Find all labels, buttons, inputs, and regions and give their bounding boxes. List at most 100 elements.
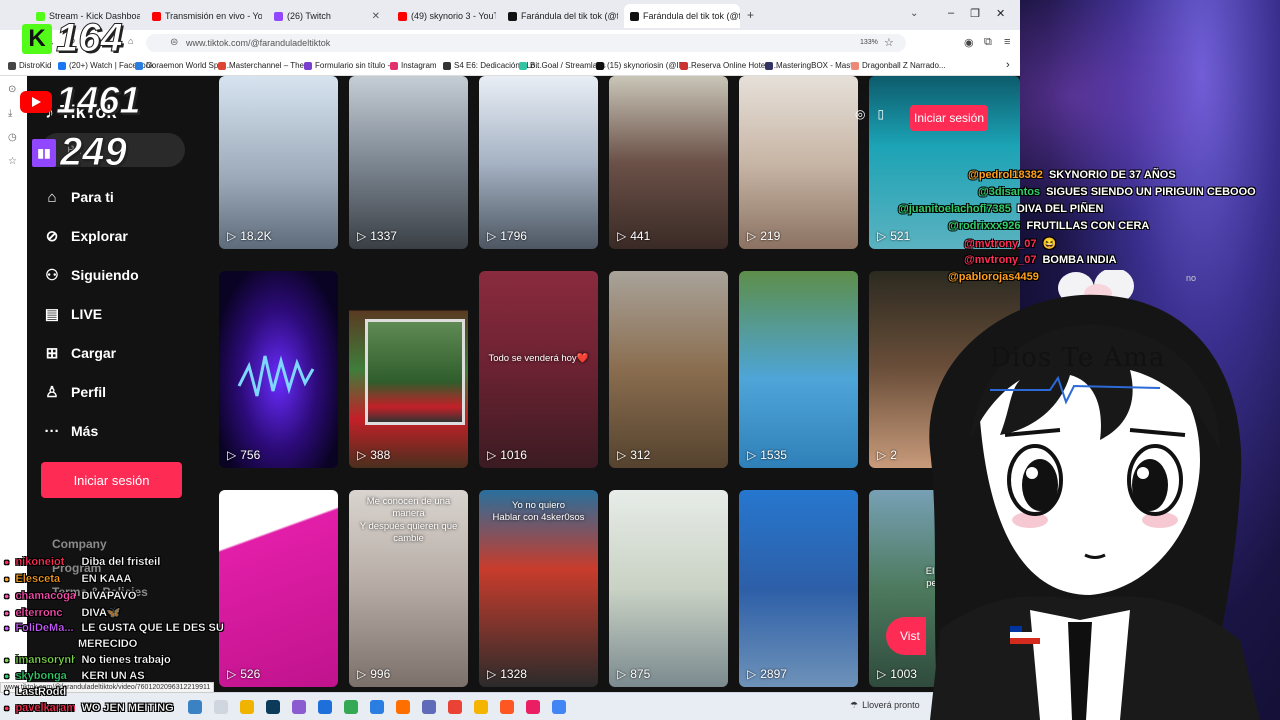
chat-message: ● FoliDeMa... LE GUSTA QUE LE DES SU — [4, 622, 224, 634]
bookmark-item[interactable]: Doraemon World Spai... — [135, 61, 231, 70]
nav-item-1[interactable]: ⌂ Para ti — [43, 188, 113, 206]
app-icon-4[interactable] — [500, 700, 514, 714]
favorite-star-icon[interactable]: ☆ — [884, 36, 894, 49]
chrome-icon[interactable] — [448, 700, 462, 714]
vlc-icon[interactable] — [422, 700, 436, 714]
bookmark-item[interactable]: Dragonball Z Narrado... — [851, 61, 946, 70]
video-card[interactable]: ▷ 312 — [609, 271, 728, 468]
zoom-level[interactable]: 133% — [860, 39, 878, 46]
tab-2[interactable]: Transmisión en vivo - YouTube✕ — [146, 4, 262, 28]
downloads-icon[interactable]: ⤓ — [8, 108, 12, 119]
video-card[interactable]: ▷ 875 — [609, 490, 728, 687]
view-count-value: 756 — [240, 448, 261, 462]
edge-icon[interactable] — [318, 700, 332, 714]
video-card[interactable]: ▷ 2897 — [739, 490, 858, 687]
view-count-value: 18.2K — [240, 229, 272, 243]
footer-company[interactable]: Company — [52, 537, 107, 551]
nav-item-2[interactable]: ⊘ Explorar — [43, 227, 128, 245]
app-icon-6[interactable] — [552, 700, 566, 714]
chat-badge-icon: ● — [4, 655, 10, 665]
home-button-icon[interactable]: ⌂ — [128, 36, 133, 46]
history-icon[interactable]: ⊙ — [8, 84, 16, 95]
chat-badge-icon: ● — [4, 623, 10, 633]
tab-favicon-icon — [630, 11, 639, 21]
tab-strip: Stream - Kick Dashboard✕Transmisión en v… — [0, 0, 1020, 30]
bookmark-item[interactable]: Instagram — [390, 61, 437, 70]
bookmark-item[interactable]: MasteringBOX - Mast... — [765, 61, 859, 70]
file-explorer-icon[interactable] — [240, 700, 254, 714]
youtube-counter: 1461 — [20, 80, 141, 123]
browser-window: Stream - Kick Dashboard✕Transmisión en v… — [0, 0, 1020, 720]
tab-5[interactable]: Farándula del tik tok (@farandu✕ — [502, 4, 618, 28]
chat-username: elterronc — [15, 606, 63, 619]
chat-text: LE GUSTA QUE LE DES SU — [81, 622, 224, 634]
app-icon[interactable] — [292, 700, 306, 714]
video-card[interactable]: ▷ 219 — [739, 76, 858, 249]
profile-icon-browser[interactable]: ◉ — [964, 36, 974, 49]
nav-item-5[interactable]: ⊞ Cargar — [43, 344, 116, 362]
favorites-icon[interactable]: ☆ — [8, 156, 17, 167]
bookmark-item[interactable]: Bit Goal / Streamlabs — [519, 61, 606, 70]
clock-icon[interactable]: ◷ — [8, 132, 17, 143]
bookmark-item[interactable]: Reserva Online Hotele... — [680, 61, 778, 70]
nav-item-3[interactable]: ⚇ Siguiendo — [43, 266, 138, 284]
home-icon: ⌂ — [47, 188, 57, 206]
nav-item-4[interactable]: ▤ LIVE — [43, 305, 102, 323]
firefox-icon[interactable] — [396, 700, 410, 714]
chat-text: DIVAPAVO — [81, 590, 137, 602]
visual-studio-icon[interactable] — [266, 700, 280, 714]
minimize-icon[interactable]: – — [948, 7, 954, 20]
view-count: ▷ 875 — [617, 667, 650, 681]
task-view-icon[interactable] — [214, 700, 228, 714]
bookmark-item[interactable]: DistroKid — [8, 61, 51, 70]
view-count: ▷ 1016 — [487, 448, 527, 462]
bookmark-item[interactable]: (15) skynoriosin (@ID... — [596, 61, 691, 70]
tab-list-icon[interactable]: ⌄ — [910, 8, 918, 19]
sidebar-login-button[interactable]: Iniciar sesión — [41, 462, 182, 498]
app-icon-5[interactable] — [526, 700, 540, 714]
bookmark-favicon-icon — [443, 61, 451, 70]
video-card[interactable]: ▷ 526 — [219, 490, 338, 687]
bookmark-item[interactable]: Formulario sin título -... — [304, 61, 397, 70]
search-taskbar-icon[interactable] — [188, 700, 202, 714]
store-icon[interactable] — [370, 700, 384, 714]
video-card[interactable]: ▷ 388 — [349, 271, 468, 468]
tab-close-icon[interactable]: ✕ — [372, 11, 380, 22]
view-count: ▷ 1337 — [357, 229, 397, 243]
new-tab-icon[interactable]: + — [747, 8, 754, 22]
nav-item-7[interactable]: ··· Más — [43, 422, 99, 440]
view-count-value: 1535 — [760, 448, 787, 462]
video-card[interactable]: ▷ 756 — [219, 271, 338, 468]
restore-icon[interactable]: ❐ — [970, 7, 980, 20]
bookmarks-overflow-icon[interactable]: › — [1006, 59, 1010, 71]
video-card[interactable]: ▷ 1535 — [739, 271, 858, 468]
coin-icon[interactable]: ◎ — [855, 107, 865, 121]
chat-text: SIGUES SIENDO UN PIRIGUIN CEBOOO — [1046, 186, 1256, 198]
more-icon: ··· — [44, 422, 60, 440]
twitch-viewer-count: 249 — [60, 130, 128, 175]
tab-favicon-icon — [398, 11, 407, 21]
phone-icon[interactable]: ▯ — [877, 107, 884, 121]
tab-3[interactable]: (26) Twitch ✕ — [268, 4, 386, 28]
bookmark-favicon-icon — [390, 61, 398, 70]
nav-item-6[interactable]: ♙ Perfil — [43, 383, 106, 401]
menu-icon[interactable]: ≡ — [1004, 36, 1010, 48]
site-info-icon[interactable]: ⊜ — [170, 37, 178, 48]
dios-te-ama-overlay: Dios Te Ama — [990, 343, 1166, 373]
video-card[interactable]: ▷ 441 — [609, 76, 728, 249]
video-card[interactable]: Todo se venderá hoy❤️ ▷ 1016 — [479, 271, 598, 468]
video-card[interactable]: Yo no quiero Hablar con 4sker0sos ▷ 1328 — [479, 490, 598, 687]
video-card[interactable]: Me conocen de una manera Y después quier… — [349, 490, 468, 687]
tab-6[interactable]: Farándula del tik tok (@farandu✕ — [624, 4, 740, 28]
app-icon-2[interactable] — [344, 700, 358, 714]
bookmark-item[interactable]: Masterchannel – The... — [218, 61, 311, 70]
close-window-icon[interactable]: ✕ — [996, 7, 1005, 20]
video-card[interactable]: ▷ 1796 — [479, 76, 598, 249]
address-url[interactable]: www.tiktok.com/@faranduladeltiktok — [186, 38, 330, 48]
extensions-icon[interactable]: ⧉ — [984, 36, 992, 49]
app-icon-3[interactable] — [474, 700, 488, 714]
header-login-button[interactable]: Iniciar sesión — [910, 105, 988, 131]
tab-4[interactable]: (49) skynorio 3 - YouTube✕ — [392, 4, 496, 28]
video-card[interactable]: ▷ 1337 — [349, 76, 468, 249]
video-card[interactable]: ▷ 18.2K — [219, 76, 338, 249]
